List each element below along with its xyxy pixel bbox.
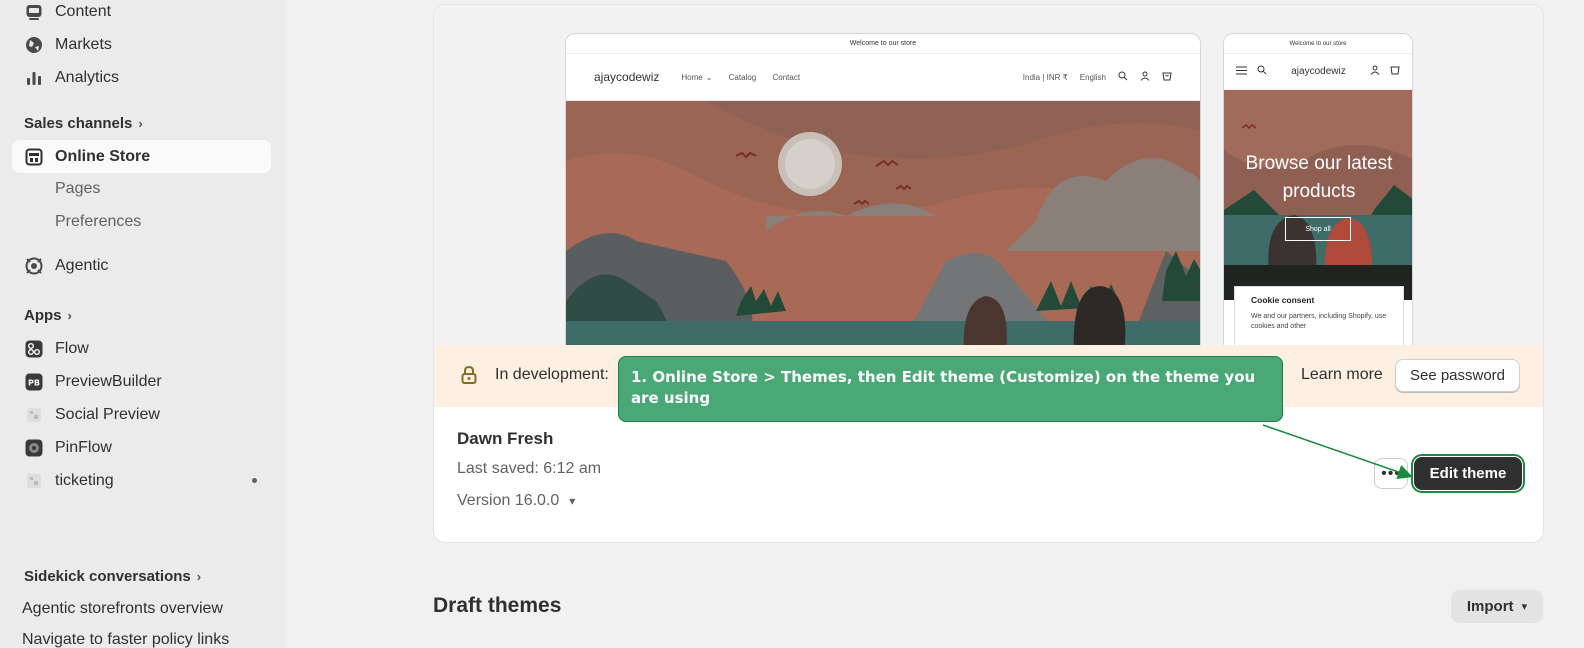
- more-actions-button[interactable]: •••: [1374, 458, 1408, 489]
- sales-channels-header[interactable]: Sales channels ›: [24, 115, 143, 132]
- sidebar-item-flow[interactable]: Flow: [12, 332, 271, 365]
- svg-text:PB: PB: [28, 378, 40, 387]
- apps-header[interactable]: Apps ›: [24, 307, 72, 324]
- content-icon: [24, 2, 44, 22]
- sidebar-item-pinflow[interactable]: PinFlow: [12, 431, 271, 464]
- sidebar-item-social-preview[interactable]: Social Preview: [12, 398, 271, 431]
- sidekick-conversations-header[interactable]: Sidekick conversations ›: [24, 568, 201, 585]
- sidekick-conversations-label: Sidekick conversations: [24, 568, 191, 585]
- sidebar-item-online-store[interactable]: Online Store: [12, 140, 271, 173]
- sidebar: Content Markets Analytics Sales channels…: [0, 0, 285, 648]
- globe-icon: [24, 35, 44, 55]
- apps-label: Apps: [24, 307, 62, 324]
- flow-app-icon: [24, 339, 44, 359]
- sidekick-conversation-link[interactable]: Agentic storefronts overview: [22, 600, 223, 618]
- theme-name: Dawn Fresh: [457, 429, 554, 448]
- import-label: Import: [1466, 598, 1514, 615]
- sidebar-item-label: ticketing: [55, 471, 114, 489]
- chevron-down-icon: ▾: [1521, 601, 1528, 613]
- theme-version-label: Version 16.0.0: [457, 492, 560, 509]
- agentic-icon: [24, 256, 44, 276]
- chevron-right-icon: ›: [138, 116, 143, 131]
- chevron-right-icon: ›: [196, 569, 202, 584]
- sidebar-item-label: PinFlow: [55, 438, 112, 456]
- theme-version-selector[interactable]: Version 16.0.0 ▾: [457, 492, 575, 510]
- sidebar-item-label: Social Preview: [55, 405, 160, 423]
- chevron-down-icon: ▾: [569, 494, 576, 508]
- tutorial-callout: 1. Online Store > Themes, then Edit them…: [618, 356, 1283, 422]
- sidebar-subitem-preferences[interactable]: Preferences: [55, 213, 141, 231]
- social-preview-app-icon: [24, 405, 44, 425]
- sales-channels-label: Sales channels: [24, 115, 133, 132]
- import-button[interactable]: Import ▾: [1451, 590, 1543, 623]
- theme-info: Dawn Fresh Last saved: 6:12 am Version 1…: [433, 0, 1544, 648]
- sidebar-item-label: Online Store: [55, 147, 151, 165]
- sidebar-subitem-pages[interactable]: Pages: [55, 180, 100, 198]
- sidebar-item-label: PreviewBuilder: [55, 372, 162, 390]
- unread-dot: [252, 478, 257, 483]
- sidebar-item-ticketing[interactable]: ticketing: [12, 464, 271, 497]
- sidebar-item-label: Agentic: [55, 256, 109, 274]
- sidebar-item-label: Analytics: [55, 68, 120, 86]
- sidebar-item-label: Markets: [55, 35, 112, 53]
- edit-theme-button[interactable]: Edit theme: [1411, 454, 1525, 493]
- sidekick-conversation-link[interactable]: Navigate to faster policy links: [22, 631, 229, 648]
- draft-themes-heading: Draft themes: [433, 594, 562, 617]
- last-saved: Last saved: 6:12 am: [457, 460, 602, 477]
- sidebar-item-analytics[interactable]: Analytics: [12, 61, 271, 94]
- sidebar-item-label: Flow: [55, 339, 89, 357]
- sidebar-item-agentic[interactable]: Agentic: [12, 249, 271, 282]
- sidebar-item-markets[interactable]: Markets: [12, 28, 271, 61]
- previewbuilder-app-icon: PB: [24, 372, 44, 392]
- sidebar-item-previewbuilder[interactable]: PB PreviewBuilder: [12, 365, 271, 398]
- sidebar-item-content[interactable]: Content: [12, 0, 271, 28]
- sidebar-item-label: Content: [55, 2, 112, 20]
- pinflow-app-icon: [24, 438, 44, 458]
- bar-chart-icon: [24, 68, 44, 88]
- chevron-right-icon: ›: [67, 308, 72, 323]
- store-icon: [24, 147, 44, 167]
- ticketing-app-icon: [24, 471, 44, 491]
